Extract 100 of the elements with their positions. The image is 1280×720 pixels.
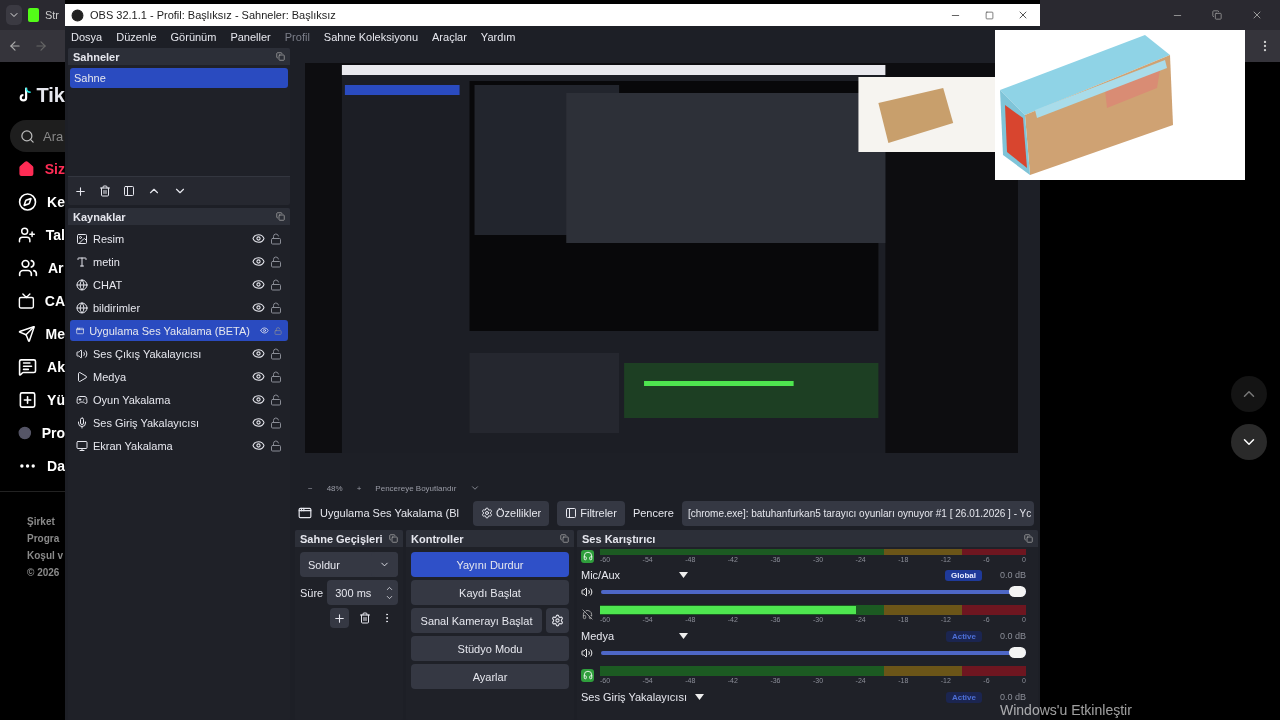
speaker-icon[interactable]: [581, 586, 593, 598]
float-icon[interactable]: [1024, 534, 1033, 543]
scene-item[interactable]: Sahne: [70, 68, 288, 88]
source-item[interactable]: Resim: [70, 228, 288, 249]
unlock-icon[interactable]: [270, 232, 282, 245]
window-dropdown[interactable]: [chrome.exe]: batuhanfurkan5 tarayıcı oyunları oynuyor #1 [ 26.01.2026 ] - Yc: [681, 500, 1034, 526]
dock-title: Ses Karıştırıcı: [582, 532, 656, 545]
dock-title: Sahneler: [73, 50, 120, 63]
float-icon[interactable]: [389, 534, 398, 543]
caret-icon[interactable]: [679, 633, 688, 639]
eye-icon[interactable]: [252, 255, 265, 268]
nav-item[interactable]: Ke: [18, 191, 65, 213]
source-name: Oyun Yakalama: [93, 393, 171, 406]
unlock-icon[interactable]: [270, 278, 282, 291]
globe-icon: [76, 278, 88, 291]
app-window-icon: [298, 506, 312, 520]
control-button[interactable]: Yayını Durdur: [411, 552, 569, 577]
unlock-icon[interactable]: [270, 370, 282, 383]
add-button[interactable]: [329, 608, 349, 628]
source-item[interactable]: Ekran Yakalama: [70, 435, 288, 456]
eye-icon[interactable]: [252, 278, 265, 291]
source-item[interactable]: CHAT: [70, 274, 288, 295]
nav-item[interactable]: Da: [18, 455, 65, 477]
menu-item[interactable]: Görünüm: [170, 31, 217, 43]
source-item[interactable]: metin: [70, 251, 288, 272]
filters-button[interactable]: Filtreler: [557, 500, 625, 526]
nav-item[interactable]: Yü: [18, 389, 65, 411]
users-icon: [18, 258, 38, 278]
properties-button[interactable]: Özellikler: [473, 500, 550, 526]
nav-item[interactable]: Siz: [18, 158, 65, 180]
menu-item[interactable]: Dosya: [71, 31, 103, 43]
eye-icon[interactable]: [252, 393, 265, 406]
unlock-icon[interactable]: [270, 347, 282, 360]
unlock-icon[interactable]: [270, 301, 282, 314]
footer-link[interactable]: Şirket: [27, 516, 65, 527]
unlock-icon[interactable]: [270, 416, 282, 429]
add-icon[interactable]: [74, 184, 87, 198]
fit-window-option[interactable]: Pencereye Boyutlandır: [375, 483, 457, 493]
footer-link[interactable]: © 2026: [27, 567, 65, 578]
float-icon[interactable]: [560, 534, 569, 543]
source-item[interactable]: Ses Giriş Yakalayıcısı: [70, 412, 288, 433]
monitor-toggle[interactable]: [581, 668, 594, 682]
activation-notice: Windows'u Etkinleştir: [1000, 702, 1132, 718]
control-button[interactable]: Sanal Kamerayı Başlat: [411, 608, 542, 633]
source-name: Uygulama Ses Yakalama (Bl: [320, 507, 459, 519]
menu-item[interactable]: Sahne Koleksiyonu: [323, 31, 418, 43]
dock-title: Sahne Geçişleri: [300, 532, 383, 545]
menu-item[interactable]: Düzenle: [116, 31, 157, 43]
transition-dropdown[interactable]: Soldur: [300, 552, 398, 577]
menu-item[interactable]: Araçlar: [432, 31, 467, 43]
source-name: CHAT: [93, 278, 123, 291]
zoom-in-button[interactable]: +: [356, 483, 362, 493]
source-item[interactable]: Medya: [70, 366, 288, 387]
menu-item[interactable]: Yardım: [480, 31, 516, 43]
control-button[interactable]: Kaydı Başlat: [411, 580, 569, 605]
monitor-toggle[interactable]: [581, 549, 594, 563]
scroll-down-button[interactable]: [1231, 424, 1267, 460]
home-icon: [18, 159, 35, 179]
eye-icon[interactable]: [252, 439, 265, 452]
source-item[interactable]: Oyun Yakalama: [70, 389, 288, 410]
zoom-out-button[interactable]: −: [308, 483, 313, 493]
control-button[interactable]: Ayarlar: [411, 664, 569, 689]
nav-item[interactable]: Ar: [18, 257, 65, 279]
tab-list-button[interactable]: [6, 5, 22, 25]
unlock-icon[interactable]: [270, 393, 282, 406]
nav-item[interactable]: Tal: [18, 224, 65, 246]
unlock-icon[interactable]: [270, 439, 282, 452]
back-icon[interactable]: [8, 39, 22, 53]
unlock-icon[interactable]: [270, 255, 282, 268]
nav-item[interactable]: Ak: [18, 356, 65, 378]
eye-icon[interactable]: [252, 370, 265, 383]
speaker-icon[interactable]: [581, 647, 593, 659]
monitor-toggle[interactable]: [581, 607, 594, 621]
float-icon[interactable]: [276, 52, 285, 61]
nav-item[interactable]: Me: [18, 323, 65, 345]
caret-icon[interactable]: [679, 572, 688, 578]
duration-field[interactable]: 300 ms: [327, 580, 398, 605]
settings-button[interactable]: [546, 608, 569, 633]
eye-icon[interactable]: [252, 347, 265, 360]
eye-icon[interactable]: [252, 416, 265, 429]
float-icon[interactable]: [276, 212, 285, 221]
delete-icon[interactable]: [99, 185, 111, 197]
delete-icon[interactable]: [358, 612, 371, 624]
headphones-icon: [582, 551, 593, 561]
source-item[interactable]: Ses Çıkış Yakalayıcısı: [70, 343, 288, 364]
source-name: Medya: [93, 370, 127, 383]
footer-link[interactable]: Progra: [27, 533, 65, 544]
eye-icon[interactable]: [252, 301, 265, 314]
search-field[interactable]: Ara: [10, 120, 65, 152]
message-icon: [18, 357, 38, 377]
tab-title[interactable]: Str: [44, 9, 59, 21]
source-item[interactable]: bildirimler: [70, 297, 288, 318]
dock-title: Kaynaklar: [73, 210, 126, 223]
nav-item[interactable]: CA: [18, 290, 65, 312]
menu-item[interactable]: Paneller: [230, 31, 271, 43]
control-button[interactable]: Stüdyo Modu: [411, 636, 569, 661]
eye-icon[interactable]: [252, 232, 265, 245]
caret-icon[interactable]: [694, 694, 704, 700]
footer-link[interactable]: Koşul v: [27, 550, 65, 561]
nav-item[interactable]: Pro: [18, 422, 65, 444]
